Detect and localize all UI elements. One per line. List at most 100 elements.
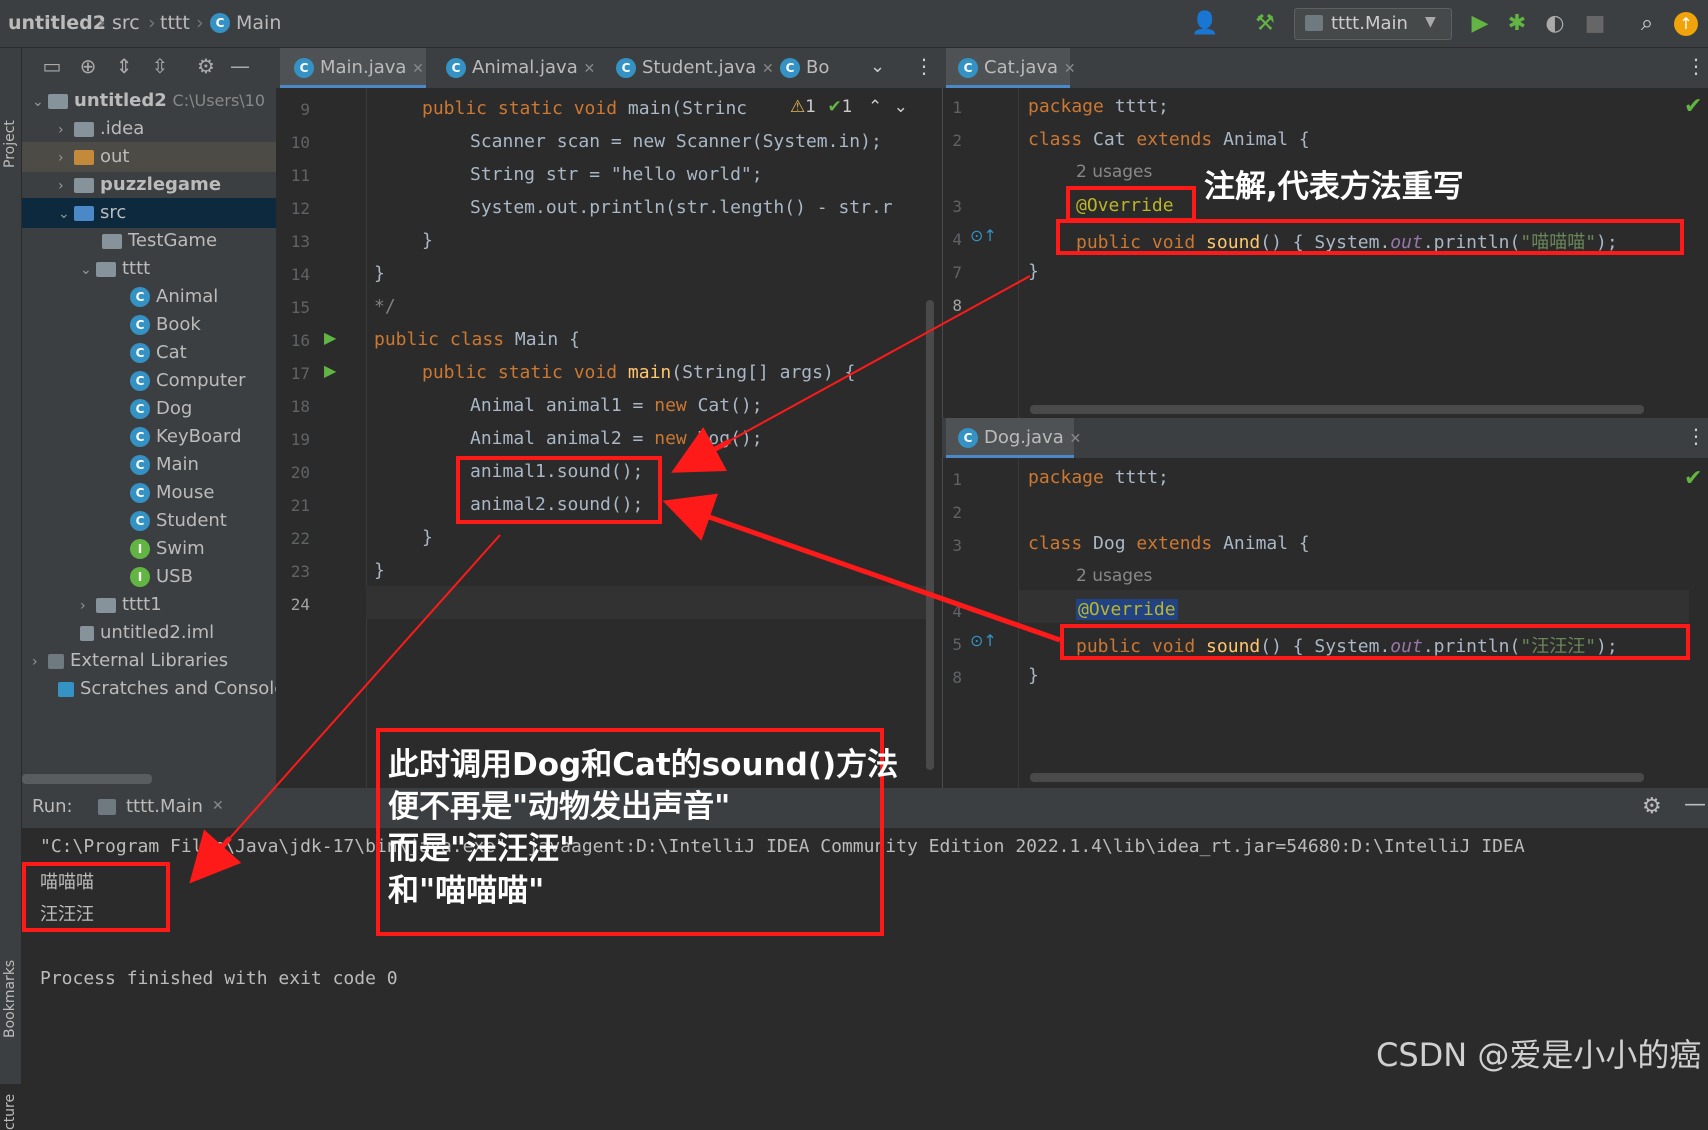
- user-icon[interactable]: 👤: [1190, 9, 1220, 39]
- chevron-down-icon[interactable]: ⌄: [894, 97, 908, 117]
- usages-hint[interactable]: 2 usages: [1076, 566, 1152, 586]
- tab-student-java[interactable]: C Student.java ✕: [606, 48, 774, 88]
- warning-icon: ⚠: [790, 97, 806, 117]
- inspection-widget[interactable]: ⚠1 ✔1 ⌃ ⌄: [790, 97, 908, 117]
- cat-line-2: class Cat extends Animal {: [1028, 129, 1310, 150]
- minimize-icon[interactable]: —: [226, 54, 254, 82]
- stop-icon[interactable]: ■: [1580, 9, 1610, 39]
- tree-item-tttt1[interactable]: › tttt1: [22, 590, 276, 620]
- explanation-line-1: 此时调用Dog和Cat的sound()方法: [388, 747, 899, 783]
- run-method-icon[interactable]: ▶: [324, 361, 336, 380]
- line-number: 3: [952, 197, 962, 216]
- tree-interface-swim[interactable]: I Swim: [22, 534, 276, 564]
- tabs-dropdown-icon[interactable]: ⌄: [870, 56, 885, 77]
- structure-label[interactable]: cture: [2, 1094, 18, 1130]
- bookmarks-label[interactable]: Bookmarks: [2, 960, 18, 1038]
- tab-main-java[interactable]: C Main.java ✕: [280, 48, 426, 88]
- line-number: 4: [952, 230, 962, 249]
- tree-item-testgame[interactable]: TestGame: [22, 226, 276, 256]
- run-icon[interactable]: ▶: [1465, 9, 1495, 39]
- line-number: 12: [290, 199, 310, 218]
- layout-icon[interactable]: ▭: [38, 54, 66, 82]
- project-tool-window-label[interactable]: Project: [2, 120, 18, 168]
- line-number: 11: [290, 166, 310, 185]
- more-options-icon[interactable]: ⋮: [1686, 424, 1706, 448]
- main-editor[interactable]: [276, 48, 942, 788]
- line-number: 22: [290, 529, 310, 548]
- tree-class-main[interactable]: C Main: [22, 450, 276, 480]
- tab-animal-java[interactable]: C Animal.java ✕: [436, 48, 596, 88]
- tab-book-java[interactable]: C Bo: [774, 48, 834, 88]
- code-line-18: Animal animal1 = new Cat();: [470, 395, 763, 416]
- expand-all-icon[interactable]: ⇕: [110, 54, 138, 82]
- tree-class-computer[interactable]: C Computer: [22, 366, 276, 396]
- tree-item-idea[interactable]: › .idea: [22, 114, 276, 144]
- run-config-selector[interactable]: tttt.Main ▼: [1294, 8, 1452, 40]
- gutter-divider: [1018, 88, 1019, 418]
- horizontal-scrollbar[interactable]: [22, 774, 152, 784]
- tab-dog-java[interactable]: C Dog.java ✕: [946, 418, 1081, 458]
- collapse-all-icon[interactable]: ⇳: [146, 54, 174, 82]
- vertical-scrollbar[interactable]: [926, 300, 934, 770]
- gear-icon[interactable]: ⚙: [192, 54, 220, 82]
- update-icon[interactable]: ↑: [1674, 12, 1698, 36]
- line-number: 17: [290, 364, 310, 383]
- run-class-icon[interactable]: ▶: [324, 328, 336, 347]
- search-icon[interactable]: ⌕: [1632, 9, 1662, 39]
- code-line-12: System.out.println(str.length() - str.r: [470, 197, 893, 218]
- code-line-23: }: [374, 560, 385, 581]
- left-tool-strip: Project Bookmarks cture: [0, 48, 22, 1130]
- tree-class-cat[interactable]: C Cat: [22, 338, 276, 368]
- coverage-icon[interactable]: ◐: [1540, 9, 1570, 39]
- close-icon[interactable]: ✕: [212, 798, 224, 814]
- breadcrumb-src[interactable]: src: [112, 12, 140, 34]
- tree-class-mouse[interactable]: C Mouse: [22, 478, 276, 508]
- horizontal-scrollbar[interactable]: [1030, 773, 1644, 782]
- project-panel: ▭ ⊕ ⇕ ⇳ ⚙ — ⌄ untitled2 C:\Users\10 › .ide…: [22, 48, 276, 788]
- more-options-icon[interactable]: ⋮: [1686, 54, 1706, 78]
- line-number: 16: [290, 331, 310, 350]
- tree-interface-usb[interactable]: I USB: [22, 562, 276, 592]
- code-line-9: public static void main(Strinc: [422, 98, 748, 119]
- tree-class-animal[interactable]: C Animal: [22, 282, 276, 312]
- usages-hint[interactable]: 2 usages: [1076, 162, 1152, 182]
- more-options-icon[interactable]: ⋮: [914, 54, 934, 78]
- override-marker-icon[interactable]: ⊙↑: [970, 631, 997, 650]
- minimize-icon[interactable]: —: [1684, 792, 1706, 817]
- run-label: Run:: [32, 796, 73, 817]
- override-marker-icon[interactable]: ⊙↑: [970, 226, 997, 245]
- tree-item-tttt[interactable]: ⌄ tttt: [22, 254, 276, 284]
- tree-scratches[interactable]: Scratches and Console: [22, 674, 276, 704]
- code-line-17: public static void main(String[] args) {: [422, 362, 856, 383]
- line-number: 4: [952, 602, 962, 621]
- horizontal-scrollbar[interactable]: [1030, 405, 1644, 414]
- chevron-up-icon[interactable]: ⌃: [868, 97, 882, 117]
- console-exit-line: Process finished with exit code 0: [40, 968, 398, 989]
- line-number: 18: [290, 397, 310, 416]
- chevron-right-icon: ›: [98, 12, 106, 34]
- breadcrumb-class[interactable]: Main: [236, 12, 281, 34]
- tree-class-student[interactable]: C Student: [22, 506, 276, 536]
- line-number: 13: [290, 232, 310, 251]
- build-hammer-icon[interactable]: ⚒: [1250, 9, 1280, 39]
- gear-icon[interactable]: ⚙: [1642, 794, 1662, 819]
- run-tab-label[interactable]: tttt.Main: [126, 796, 203, 817]
- tree-item-puzzlegame[interactable]: › puzzlegame: [22, 170, 276, 200]
- tree-class-dog[interactable]: C Dog: [22, 394, 276, 424]
- line-number: 14: [290, 265, 310, 284]
- tab-cat-java[interactable]: C Cat.java ✕: [946, 48, 1076, 88]
- explanation-line-4: 和"喵喵喵": [388, 873, 545, 909]
- line-number: 20: [290, 463, 310, 482]
- tree-class-keyboard[interactable]: C KeyBoard: [22, 422, 276, 452]
- debug-bug-icon[interactable]: ✱: [1502, 9, 1532, 39]
- tree-item-src[interactable]: ⌄ src: [22, 198, 276, 228]
- breadcrumb-project[interactable]: untitled2: [8, 12, 106, 34]
- breadcrumb-package[interactable]: tttt: [160, 12, 190, 34]
- tree-class-book[interactable]: C Book: [22, 310, 276, 340]
- tree-item-out[interactable]: › out: [22, 142, 276, 172]
- locate-icon[interactable]: ⊕: [74, 54, 102, 82]
- code-line-10: Scanner scan = new Scanner(System.in);: [470, 131, 882, 152]
- tree-item-iml[interactable]: untitled2.iml: [22, 618, 276, 648]
- tree-root[interactable]: ⌄ untitled2 C:\Users\10: [22, 86, 276, 116]
- tree-external-libraries[interactable]: › External Libraries: [22, 646, 276, 676]
